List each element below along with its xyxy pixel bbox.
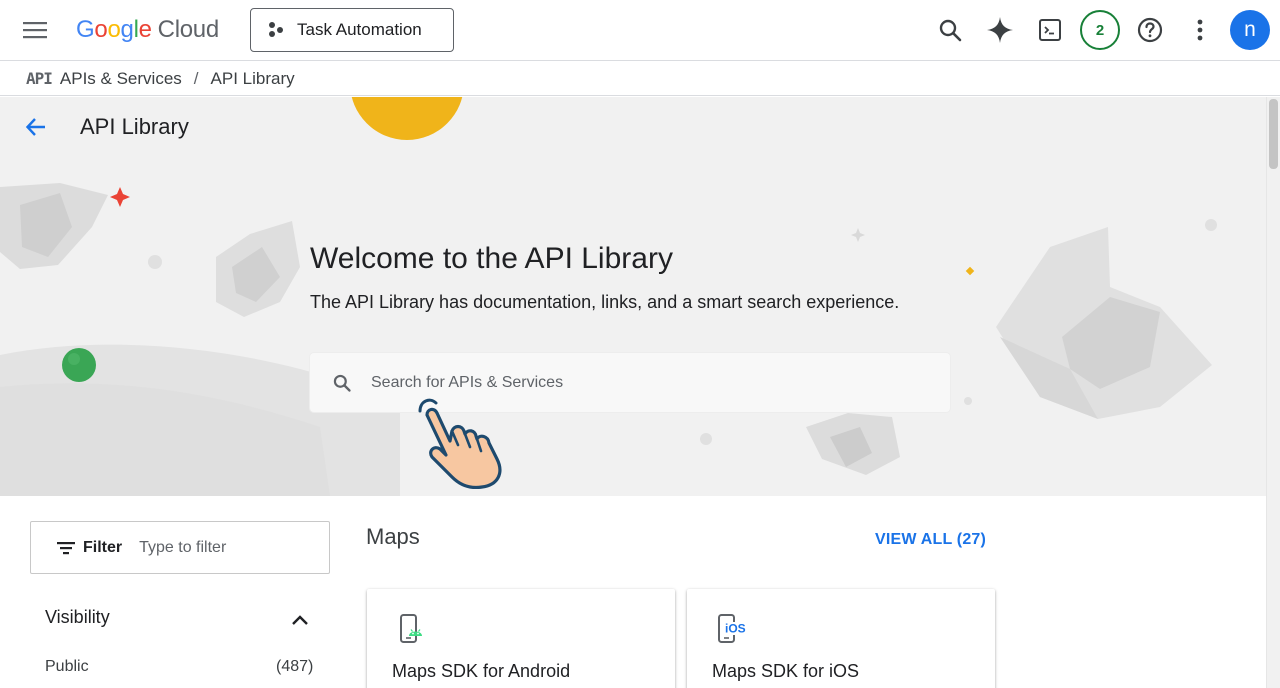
help-button[interactable]	[1130, 10, 1170, 50]
api-search-input[interactable]	[371, 373, 931, 392]
main-menu-button[interactable]	[18, 14, 52, 46]
visibility-collapse-button[interactable]	[286, 606, 314, 634]
welcome-subtitle: The API Library has documentation, links…	[310, 292, 900, 312]
search-icon	[333, 374, 351, 392]
filter-label: Filter	[83, 538, 123, 556]
more-vert-icon	[1197, 19, 1203, 41]
filter-input[interactable]	[139, 538, 290, 557]
api-card-maps-sdk-android[interactable]: Maps SDK for Android	[367, 589, 675, 688]
notifications-badge[interactable]: 2	[1080, 10, 1120, 50]
help-icon	[1137, 17, 1163, 43]
hamburger-icon	[23, 22, 47, 39]
view-all-link[interactable]: VIEW ALL (27)	[875, 531, 986, 549]
breadcrumb-api-library[interactable]: API Library	[211, 69, 295, 89]
welcome-title: Welcome to the API Library	[310, 242, 673, 275]
more-options-button[interactable]	[1180, 10, 1220, 50]
ios-phone-icon: iOS	[718, 614, 746, 643]
terminal-icon	[1039, 19, 1061, 41]
section-title-maps: Maps	[366, 524, 420, 549]
breadcrumb-separator: /	[193, 68, 199, 88]
filter-box[interactable]: Filter	[30, 521, 330, 574]
visibility-option-count: (487)	[276, 658, 314, 675]
search-icon	[939, 19, 962, 42]
search-button[interactable]	[930, 10, 970, 50]
top-app-bar: Google Cloud Task Automation 2 n	[0, 0, 1280, 61]
filter-list-icon	[57, 541, 75, 554]
api-icon: API	[26, 69, 53, 88]
api-card-maps-sdk-ios[interactable]: iOS Maps SDK for iOS	[687, 589, 995, 688]
sparkle-icon	[987, 17, 1013, 43]
page-title: API Library	[80, 114, 189, 139]
breadcrumb-apis-services[interactable]: APIs & Services	[60, 69, 182, 89]
ios-icon-text: iOS	[725, 622, 746, 636]
visibility-option-public[interactable]: Public	[45, 658, 89, 676]
api-card-title: Maps SDK for Android	[392, 661, 571, 681]
scrollbar-thumb[interactable]	[1269, 99, 1278, 169]
chevron-up-icon	[292, 615, 308, 625]
gemini-button[interactable]	[980, 10, 1020, 50]
project-picker-button[interactable]: Task Automation	[250, 8, 454, 52]
android-phone-icon	[400, 614, 422, 643]
google-cloud-logo[interactable]: Google Cloud	[76, 14, 219, 46]
project-name: Task Automation	[297, 20, 422, 39]
hero-banner: API Library Welcome to the API Library T…	[0, 97, 1266, 496]
breadcrumb: API APIs & Services / API Library	[0, 62, 1280, 96]
pointing-hand-icon	[418, 398, 502, 489]
cloud-shell-button[interactable]	[1030, 10, 1070, 50]
arrow-back-icon	[25, 118, 45, 136]
back-button[interactable]	[20, 111, 52, 143]
visibility-heading: Visibility	[45, 607, 110, 627]
project-dots-icon	[269, 22, 283, 37]
page-scrollbar[interactable]	[1266, 97, 1280, 688]
api-search-box[interactable]	[310, 353, 950, 412]
api-card-title: Maps SDK for iOS	[712, 661, 860, 681]
account-avatar[interactable]: n	[1230, 10, 1270, 50]
